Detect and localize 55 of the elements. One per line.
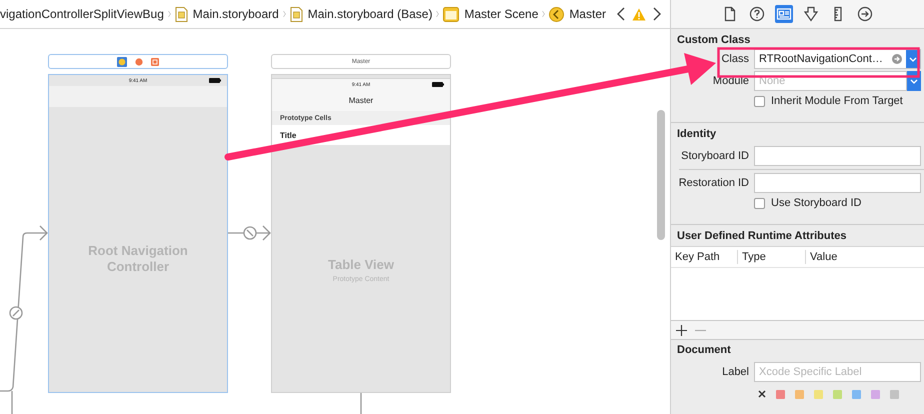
storyboard-file-icon xyxy=(290,6,303,22)
section-heading: User Defined Runtime Attributes xyxy=(676,229,848,243)
color-swatch[interactable] xyxy=(795,390,804,398)
restoration-id-field[interactable] xyxy=(754,173,921,193)
color-swatch[interactable] xyxy=(890,390,899,398)
section-heading: Custom Class xyxy=(676,33,752,47)
module-field[interactable]: None xyxy=(754,71,907,91)
breadcrumb[interactable]: vigationControllerSplitViewBug xyxy=(0,7,164,21)
view-controller-icon[interactable] xyxy=(117,56,127,66)
connections-tab[interactable] xyxy=(856,5,874,23)
color-swatch[interactable] xyxy=(871,390,880,398)
storyboard-file-icon xyxy=(174,6,188,22)
breadcrumb[interactable]: Master Scene xyxy=(443,6,538,22)
checkbox[interactable] xyxy=(754,96,765,106)
scene-dock[interactable] xyxy=(48,54,228,69)
battery-icon xyxy=(209,78,221,83)
first-responder-icon[interactable] xyxy=(135,58,143,66)
checkbox-label: Inherit Module From Target xyxy=(771,95,903,107)
field-label: Storyboard ID xyxy=(681,150,749,162)
attributes-tab[interactable] xyxy=(802,5,820,23)
field-label: Class xyxy=(721,53,749,65)
field-label: Label xyxy=(722,366,749,378)
column-header[interactable]: Value xyxy=(806,250,838,264)
breadcrumb[interactable]: Master xyxy=(549,6,606,22)
breadcrumb[interactable]: Main.storyboard xyxy=(174,6,279,22)
segue-arrow[interactable] xyxy=(0,226,48,414)
checkbox-label: Use Storyboard ID xyxy=(771,197,862,209)
identity-tab[interactable] xyxy=(775,5,793,23)
field-label: Restoration ID xyxy=(678,177,749,189)
help-tab[interactable] xyxy=(748,5,766,23)
scene-icon xyxy=(443,6,460,22)
section-heading: Document xyxy=(676,343,732,357)
storyboard-id-field[interactable] xyxy=(754,146,921,166)
segue-arrow[interactable] xyxy=(227,225,271,241)
add-icon[interactable] xyxy=(676,324,687,336)
navigate-arrow-icon[interactable] xyxy=(892,54,902,64)
scroll-thumb[interactable] xyxy=(657,110,665,240)
color-swatch[interactable] xyxy=(852,390,861,398)
color-swatch[interactable] xyxy=(833,390,842,398)
field-label: Module xyxy=(712,75,749,87)
segue-line xyxy=(360,393,362,414)
color-swatch[interactable] xyxy=(776,390,785,398)
battery-icon xyxy=(432,82,444,87)
label-field[interactable]: Xcode Specific Label xyxy=(754,362,921,382)
breadcrumb[interactable]: Main.storyboard (Base) xyxy=(290,6,432,22)
column-header[interactable]: Type xyxy=(738,250,806,264)
color-swatch[interactable] xyxy=(814,390,823,398)
column-header[interactable]: Key Path xyxy=(671,250,738,264)
clear-color-icon[interactable] xyxy=(758,390,766,398)
nav-title: Master xyxy=(348,96,374,105)
back-circle-icon xyxy=(549,6,564,22)
class-field[interactable]: RTRootNavigationCont… xyxy=(754,49,921,69)
checkbox[interactable] xyxy=(754,198,765,208)
exit-icon[interactable] xyxy=(151,58,159,66)
section-heading: Identity xyxy=(676,127,718,141)
